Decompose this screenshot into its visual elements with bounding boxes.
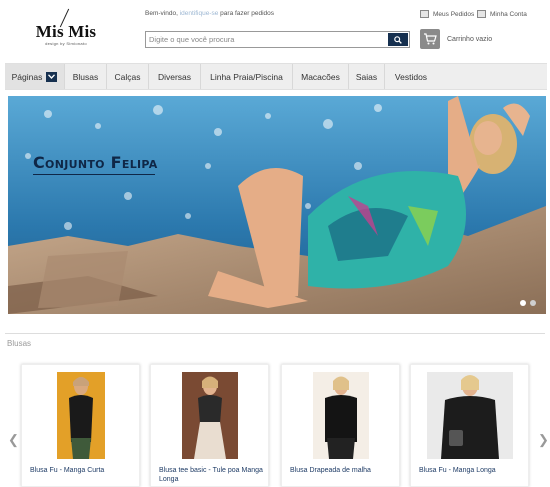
logo-tagline: design by Simionato bbox=[45, 41, 87, 46]
search-button[interactable] bbox=[388, 33, 408, 46]
nav-item-linha-praia[interactable]: Linha Praia/Piscina bbox=[201, 64, 293, 89]
carousel-dots bbox=[520, 300, 536, 306]
nav-item-diversas[interactable]: Diversas bbox=[149, 64, 201, 89]
nav-item-saias[interactable]: Saias bbox=[349, 64, 385, 89]
nav-item-label: Saias bbox=[355, 71, 378, 82]
product-name[interactable]: Blusa Fu - Manga Longa bbox=[419, 466, 525, 475]
my-account-link[interactable]: Minha Conta bbox=[477, 10, 527, 18]
product-name[interactable]: Blusa Fu - Manga Curta bbox=[30, 466, 136, 475]
welcome-prefix: Bem-vindo, bbox=[145, 10, 178, 17]
nav-item-label: Blusas bbox=[72, 71, 99, 82]
welcome-text: Bem-vindo, identifique-se para fazer ped… bbox=[145, 10, 274, 17]
product-card[interactable]: Blusa Fu - Manga Longa bbox=[410, 364, 529, 487]
welcome-suffix: para fazer pedidos bbox=[220, 10, 275, 17]
search-icon bbox=[394, 35, 402, 44]
product-image[interactable] bbox=[426, 372, 513, 459]
nav-item-label: Vestidos bbox=[394, 71, 428, 82]
product-image[interactable] bbox=[181, 372, 238, 459]
product-card[interactable]: Blusa Fu - Manga Curta bbox=[21, 364, 140, 487]
nav-item-label: Calças bbox=[114, 71, 141, 82]
cart-icon bbox=[420, 29, 440, 49]
product-card[interactable]: Blusa tee basic - Tule poa Manga Longa bbox=[150, 364, 269, 487]
search-box bbox=[145, 31, 410, 48]
nav-item-calcas[interactable]: Calças bbox=[107, 64, 149, 89]
my-orders-label: Meus Pedidos bbox=[433, 10, 475, 18]
orders-icon bbox=[420, 10, 429, 18]
product-image[interactable] bbox=[312, 372, 369, 459]
my-orders-link[interactable]: Meus Pedidos bbox=[420, 10, 474, 18]
my-account-label: Minha Conta bbox=[490, 10, 527, 18]
product-card[interactable]: Blusa Drapeada de malha bbox=[281, 364, 400, 487]
chevron-down-icon bbox=[46, 71, 58, 82]
nav-item-label: Diversas bbox=[157, 71, 192, 82]
product-image[interactable] bbox=[56, 372, 105, 459]
banner-image bbox=[8, 96, 546, 314]
cart-label: Carrinho vazio bbox=[447, 35, 493, 43]
account-icon bbox=[477, 10, 486, 18]
logo-name: Mis Mis bbox=[35, 22, 97, 41]
nav-item-paginas[interactable]: Páginas bbox=[5, 64, 65, 89]
nav-item-vestidos[interactable]: Vestidos bbox=[385, 64, 437, 89]
section-title: Blusas bbox=[7, 339, 32, 348]
carousel-dot[interactable] bbox=[520, 300, 526, 306]
cart-link[interactable]: Carrinho vazio bbox=[420, 29, 492, 49]
banner-title: Conjunto Felipa bbox=[33, 153, 158, 172]
nav-item-blusas[interactable]: Blusas bbox=[65, 64, 107, 89]
search-input[interactable] bbox=[149, 33, 385, 46]
nav-item-macacoes[interactable]: Macacões bbox=[293, 64, 349, 89]
main-nav: Páginas Blusas Calças Diversas Linha Pra… bbox=[5, 63, 547, 90]
login-link[interactable]: identifique-se bbox=[180, 10, 219, 17]
product-name[interactable]: Blusa Drapeada de malha bbox=[290, 466, 396, 475]
banner-title-underline bbox=[33, 174, 155, 175]
hero-banner[interactable]: Conjunto Felipa bbox=[8, 96, 546, 314]
nav-item-label: Linha Praia/Piscina bbox=[210, 71, 283, 82]
nav-item-label: Páginas bbox=[11, 71, 43, 82]
logo[interactable]: Mis Mis design by Simionato bbox=[30, 8, 102, 56]
product-name[interactable]: Blusa tee basic - Tule poa Manga Longa bbox=[159, 466, 265, 484]
nav-item-label: Macacões bbox=[301, 71, 340, 82]
arrow-right-icon[interactable]: ❯ bbox=[538, 432, 549, 448]
section-divider bbox=[5, 333, 545, 334]
arrow-left-icon[interactable]: ❮ bbox=[8, 432, 19, 448]
carousel-dot[interactable] bbox=[530, 300, 536, 306]
